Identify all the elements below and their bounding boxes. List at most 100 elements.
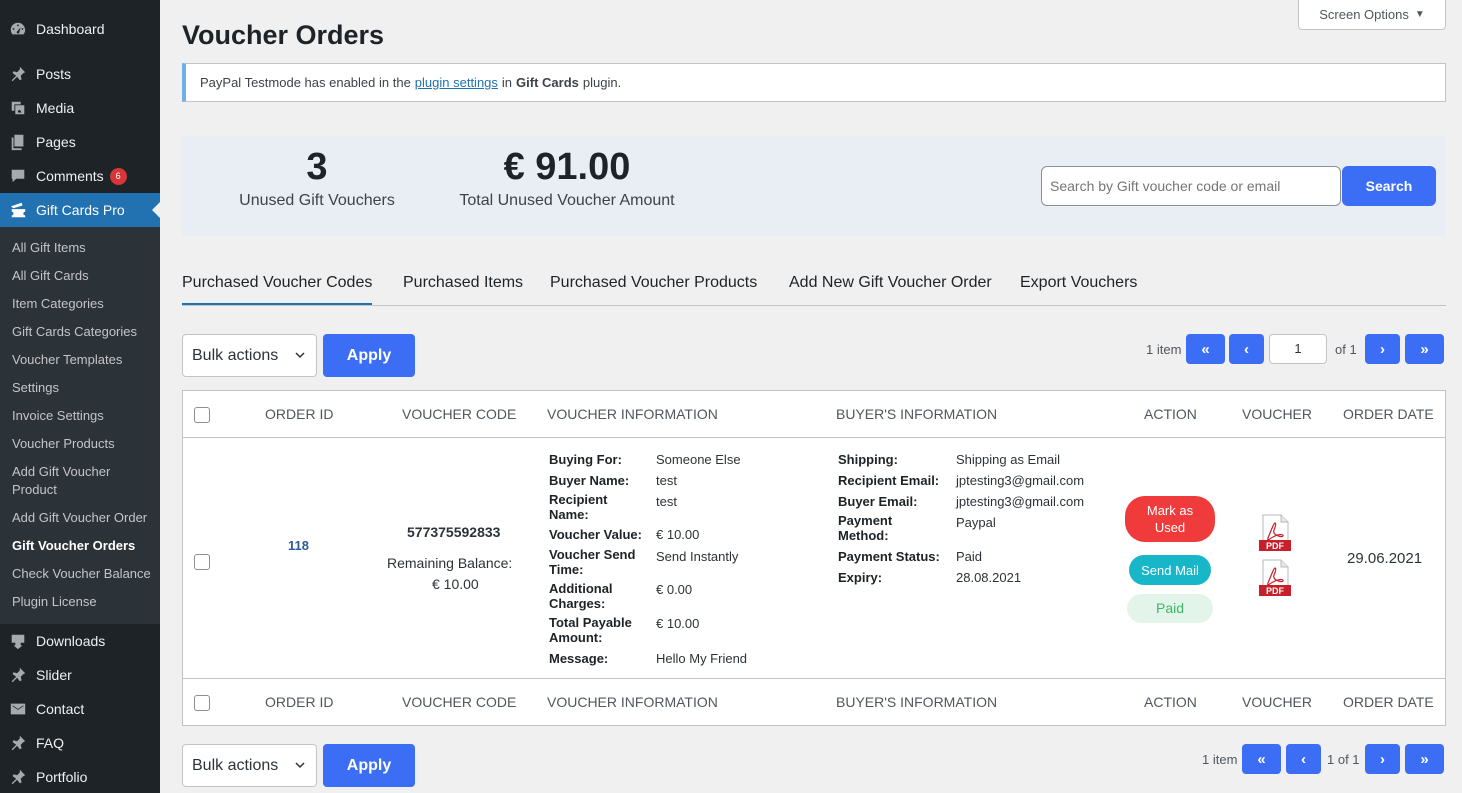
apply-button-top[interactable]: Apply <box>323 334 415 377</box>
unused-amount-stat: € 91.00 Total Unused Voucher Amount <box>459 146 675 209</box>
page-of-total-bottom: 1 of 1 <box>1327 752 1360 767</box>
buyer-value: Paypal <box>956 515 996 530</box>
buyer-label: Payment Status: <box>838 549 940 564</box>
menu-item-gift-cards-pro[interactable]: Gift Cards Pro <box>0 193 160 227</box>
info-label: Recipient Name: <box>549 492 608 522</box>
submenu-add-gift-voucher-product[interactable]: Add Gift Voucher Product <box>12 463 122 499</box>
select-all-checkbox[interactable] <box>194 407 210 423</box>
admin-sidebar: Dashboard Posts Media Pages Comments 6 G… <box>0 0 160 793</box>
bulk-actions-select-top[interactable]: Bulk actions <box>182 334 317 377</box>
buyer-value: Shipping as Email <box>956 452 1061 467</box>
submenu-gift-voucher-orders[interactable]: Gift Voucher Orders <box>12 537 157 555</box>
apply-button-bottom[interactable]: Apply <box>323 744 415 787</box>
tab-export-vouchers[interactable]: Export Vouchers <box>1020 274 1137 305</box>
main-content: Voucher Orders Screen Options ▼ PayPal T… <box>160 0 1462 793</box>
select-all-checkbox-footer[interactable] <box>194 695 210 711</box>
info-value: Send Instantly <box>656 549 739 564</box>
media-icon <box>8 98 28 118</box>
next-page-button-bottom[interactable]: › <box>1365 744 1400 774</box>
tab-add-new-gift-voucher-order[interactable]: Add New Gift Voucher Order <box>789 274 992 305</box>
menu-item-downloads[interactable]: Downloads <box>0 624 160 658</box>
col-order-date[interactable]: ORDER DATE <box>1343 694 1434 710</box>
voucher-search-input[interactable] <box>1041 166 1341 206</box>
mail-icon <box>8 699 28 719</box>
plugin-settings-link[interactable]: plugin settings <box>415 75 498 90</box>
last-page-button-top[interactable]: » <box>1405 334 1444 364</box>
menu-item-contact[interactable]: Contact <box>0 692 160 726</box>
menu-item-dashboard[interactable]: Dashboard <box>0 12 160 46</box>
buyer-label: Expiry: <box>838 570 883 585</box>
menu-item-slider[interactable]: Slider <box>0 658 160 692</box>
gift-cards-submenu: All Gift Items All Gift Cards Item Categ… <box>0 227 160 624</box>
paypal-testmode-notice: PayPal Testmode has enabled in the plugi… <box>182 63 1446 102</box>
item-count-top: 1 item <box>1146 342 1182 357</box>
first-page-button-bottom[interactable]: « <box>1242 744 1281 774</box>
submenu-plugin-license[interactable]: Plugin License <box>12 593 157 611</box>
next-page-button-top[interactable]: › <box>1365 334 1400 364</box>
buyer-value: jptesting3@gmail.com <box>956 494 1085 509</box>
menu-item-comments[interactable]: Comments 6 <box>0 159 160 193</box>
table-header: ORDER ID VOUCHER CODE VOUCHER INFORMATIO… <box>183 391 1445 438</box>
col-order-id[interactable]: ORDER ID <box>265 694 333 710</box>
screen-options-button[interactable]: Screen Options ▼ <box>1298 0 1446 30</box>
prev-page-button-bottom[interactable]: ‹ <box>1286 744 1321 774</box>
menu-item-faq[interactable]: FAQ <box>0 726 160 760</box>
menu-item-pages[interactable]: Pages <box>0 125 160 159</box>
search-button[interactable]: Search <box>1342 166 1436 206</box>
tab-purchased-voucher-codes[interactable]: Purchased Voucher Codes <box>182 274 373 305</box>
order-date: 29.06.2021 <box>1347 550 1423 567</box>
info-label: Voucher Send Time: <box>549 547 636 577</box>
voucher-code: 577375592833 <box>407 524 501 540</box>
submenu-all-gift-cards[interactable]: All Gift Cards <box>12 267 157 285</box>
submenu-all-gift-items[interactable]: All Gift Items <box>12 239 157 257</box>
col-buyers-information: BUYER'S INFORMATION <box>836 406 998 422</box>
col-action: ACTION <box>1144 694 1197 710</box>
col-voucher-information: VOUCHER INFORMATION <box>547 406 718 422</box>
submenu-item-categories[interactable]: Item Categories <box>12 295 157 313</box>
pin-icon <box>8 733 28 753</box>
info-label: Additional Charges: <box>549 581 613 611</box>
bulk-actions-select-bottom[interactable]: Bulk actions <box>182 744 317 787</box>
info-value: test <box>656 473 677 488</box>
order-id-link[interactable]: 118 <box>288 538 309 553</box>
unused-vouchers-stat: 3 Unused Gift Vouchers <box>239 146 395 209</box>
prev-page-button-top[interactable]: ‹ <box>1229 334 1264 364</box>
submenu-settings[interactable]: Settings <box>12 379 157 397</box>
buyer-label: Recipient Email: <box>838 473 940 488</box>
pdf-label: PDF <box>1266 541 1285 551</box>
col-voucher-information: VOUCHER INFORMATION <box>547 694 718 710</box>
menu-item-media[interactable]: Media <box>0 91 160 125</box>
submenu-add-gift-voucher-order[interactable]: Add Gift Voucher Order <box>12 509 157 527</box>
caret-down-icon: ▼ <box>1414 9 1425 20</box>
row-checkbox[interactable] <box>194 554 210 570</box>
remaining-balance-value: € 10.00 <box>432 576 479 592</box>
comments-count-badge: 6 <box>109 167 127 185</box>
buyer-label: Shipping: <box>838 452 898 467</box>
tab-purchased-voucher-products[interactable]: Purchased Voucher Products <box>550 274 757 305</box>
pdf-download-icon[interactable]: PDF <box>1257 514 1293 552</box>
mark-as-used-button[interactable]: Mark as Used <box>1125 496 1215 542</box>
info-value: € 10.00 <box>656 527 700 542</box>
pin-icon <box>8 767 28 787</box>
current-page-input[interactable]: 1 <box>1269 334 1327 364</box>
tab-purchased-items[interactable]: Purchased Items <box>403 274 523 305</box>
submenu-voucher-templates[interactable]: Voucher Templates <box>12 351 157 369</box>
last-page-button-bottom[interactable]: » <box>1405 744 1444 774</box>
submenu-gift-cards-categories[interactable]: Gift Cards Categories <box>12 323 157 341</box>
col-order-date[interactable]: ORDER DATE <box>1343 406 1434 422</box>
submenu-invoice-settings[interactable]: Invoice Settings <box>12 407 157 425</box>
info-label: Voucher Value: <box>549 527 642 542</box>
submenu-voucher-products[interactable]: Voucher Products <box>12 435 157 453</box>
col-order-id[interactable]: ORDER ID <box>265 406 333 422</box>
pin-icon <box>8 665 28 685</box>
pdf-download-icon[interactable]: PDF <box>1257 559 1293 597</box>
menu-item-posts[interactable]: Posts <box>0 57 160 91</box>
menu-item-portfolio[interactable]: Portfolio <box>0 760 160 793</box>
col-buyers-information: BUYER'S INFORMATION <box>836 694 998 710</box>
send-mail-button[interactable]: Send Mail <box>1129 555 1211 585</box>
voucher-orders-table: ORDER ID VOUCHER CODE VOUCHER INFORMATIO… <box>182 390 1446 726</box>
item-count-bottom: 1 item <box>1202 752 1238 767</box>
paid-status-badge: Paid <box>1127 594 1213 623</box>
submenu-check-voucher-balance[interactable]: Check Voucher Balance <box>12 565 157 583</box>
first-page-button-top[interactable]: « <box>1186 334 1225 364</box>
